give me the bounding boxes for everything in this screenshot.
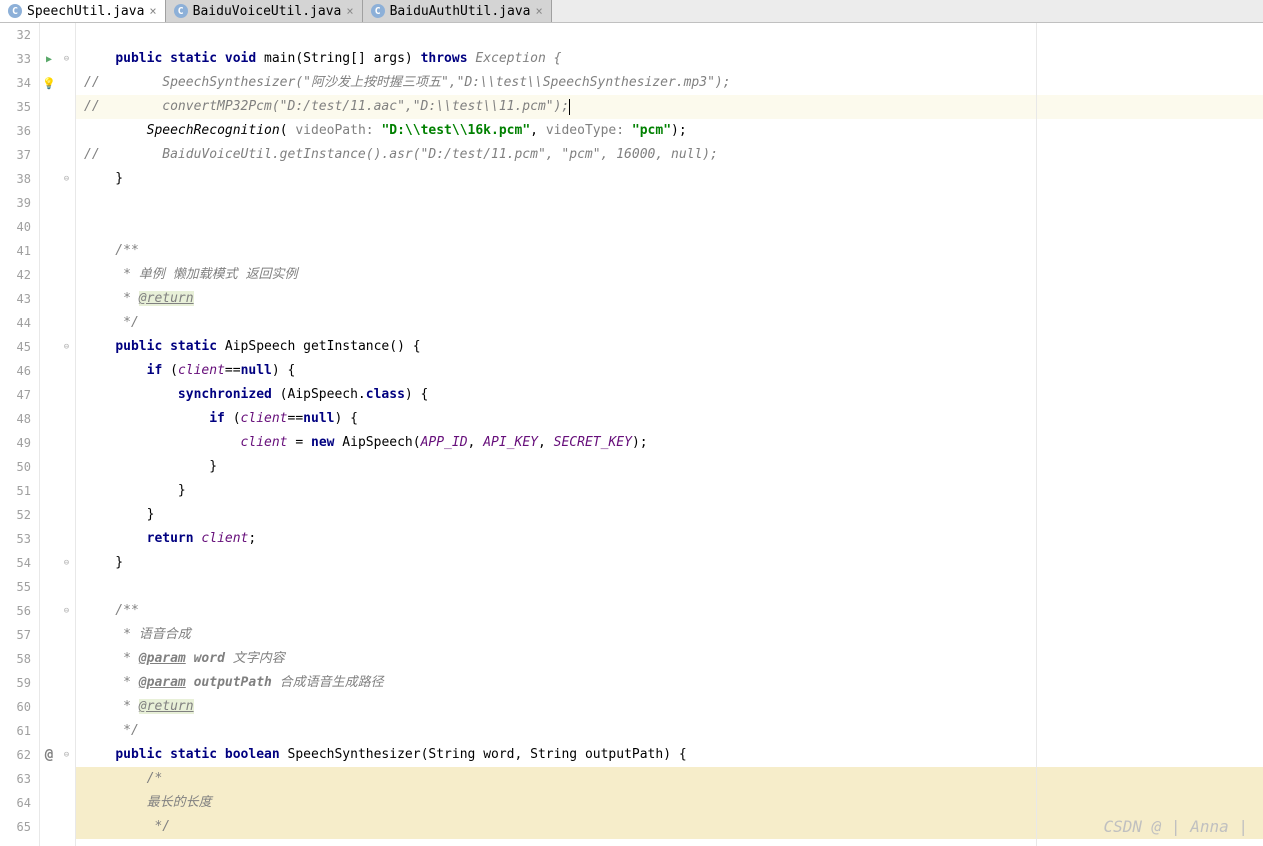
close-icon[interactable]: ×: [149, 4, 156, 18]
code-line: synchronized (AipSpeech.class) {: [76, 383, 1263, 407]
code-line: }: [76, 503, 1263, 527]
code-line: }: [76, 167, 1263, 191]
java-class-icon: C: [8, 4, 22, 18]
close-icon[interactable]: ×: [535, 4, 542, 18]
code-line: public static AipSpeech getInstance() {: [76, 335, 1263, 359]
run-icon[interactable]: ▶: [46, 54, 52, 65]
code-line: // SpeechSynthesizer("阿沙发上按时握三项五","D:\\t…: [76, 71, 1263, 95]
java-class-icon: C: [371, 4, 385, 18]
tab-label: BaiduAuthUtil.java: [390, 4, 531, 19]
code-line: * @return: [76, 287, 1263, 311]
tab-label: SpeechUtil.java: [27, 4, 144, 19]
editor-tabs: C SpeechUtil.java × C BaiduVoiceUtil.jav…: [0, 0, 1263, 23]
code-line: * 语音合成: [76, 623, 1263, 647]
code-line: }: [76, 551, 1263, 575]
tab-baiduauthutil[interactable]: C BaiduAuthUtil.java ×: [363, 0, 552, 22]
tab-label: BaiduVoiceUtil.java: [193, 4, 342, 19]
code-line: */: [76, 719, 1263, 743]
code-line: 最长的长度: [76, 791, 1263, 815]
code-line: if (client==null) {: [76, 407, 1263, 431]
code-line: // convertMP32Pcm("D:/test/11.aac","D:\\…: [76, 95, 1263, 119]
code-line: }: [76, 455, 1263, 479]
code-line: */: [76, 311, 1263, 335]
line-gutter: 3233343536373839404142434445464748495051…: [0, 23, 40, 846]
code-line: [76, 23, 1263, 47]
editor-area: 3233343536373839404142434445464748495051…: [0, 23, 1263, 846]
override-icon[interactable]: @: [45, 747, 53, 763]
code-line: }: [76, 479, 1263, 503]
code-line: public static void main(String[] args) t…: [76, 47, 1263, 71]
code-line: /**: [76, 599, 1263, 623]
code-line: * @param word 文字内容: [76, 647, 1263, 671]
code-line: * @param outputPath 合成语音生成路径: [76, 671, 1263, 695]
code-line: SpeechRecognition( videoPath: "D:\\test\…: [76, 119, 1263, 143]
code-line: // BaiduVoiceUtil.getInstance().asr("D:/…: [76, 143, 1263, 167]
watermark: CSDN @ | Anna |: [1104, 817, 1249, 836]
code-line: */: [76, 815, 1263, 839]
right-margin: [1036, 23, 1037, 846]
code-line: [76, 191, 1263, 215]
marks-gutter: ▶ 💡 @: [40, 23, 58, 846]
code-area[interactable]: public static void main(String[] args) t…: [76, 23, 1263, 846]
code-line: client = new AipSpeech(APP_ID, API_KEY, …: [76, 431, 1263, 455]
code-line: return client;: [76, 527, 1263, 551]
code-line: * 单例 懒加载模式 返回实例: [76, 263, 1263, 287]
code-line: [76, 215, 1263, 239]
code-line: public static boolean SpeechSynthesizer(…: [76, 743, 1263, 767]
fold-gutter: ⊖⊖⊖⊖⊖⊖: [58, 23, 76, 846]
close-icon[interactable]: ×: [346, 4, 353, 18]
java-class-icon: C: [174, 4, 188, 18]
tab-baiduvoiceutil[interactable]: C BaiduVoiceUtil.java ×: [166, 0, 363, 22]
bulb-icon[interactable]: 💡: [42, 77, 56, 90]
code-line: /*: [76, 767, 1263, 791]
code-line: /**: [76, 239, 1263, 263]
code-line: * @return: [76, 695, 1263, 719]
code-line: if (client==null) {: [76, 359, 1263, 383]
code-line: [76, 575, 1263, 599]
tab-speechutil[interactable]: C SpeechUtil.java ×: [0, 0, 166, 22]
